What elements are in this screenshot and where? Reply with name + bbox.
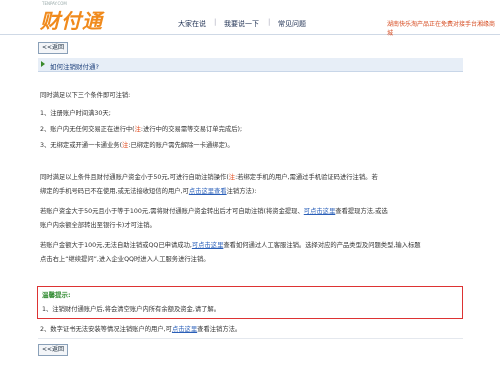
nav-separator: | bbox=[268, 18, 271, 26]
nav-discussion[interactable]: 大家在说 bbox=[178, 19, 206, 29]
para3-line2: 点击右上“继续提问”,进入企业QQ时进入人工服务进行注销。 bbox=[40, 256, 210, 263]
condition-1: 1、注册账户时间满30天; bbox=[40, 110, 111, 117]
notice-box: 温馨提示: 1、注销财付通账户后,将会清空账户内所有余额及资金,请了解。 bbox=[37, 286, 463, 319]
notice-title: 温馨提示: bbox=[42, 291, 71, 299]
condition-3: 3、无绑定或开通一卡通业务(注:已绑定的账户需先解除一卡通绑定)。 bbox=[40, 142, 234, 149]
para3-line1: 若账户金额大于100元,无法自助注销或QQ已申请成功,可点击这里查看如何通过人工… bbox=[40, 242, 421, 249]
para1-line2: 绑定的手机号码已不在使用,或无法接收短信的用户,可点击这里查看注销方法): bbox=[40, 188, 257, 195]
back-button-top[interactable]: <<返回 bbox=[38, 42, 68, 54]
para2-line1: 若账户资金大于50元且小于等于100元,需将财付通账户资金转出后才可自助注销(将… bbox=[40, 208, 388, 215]
view-link[interactable]: 点击这里查看 bbox=[189, 188, 227, 195]
page: TENPAY.COM 财付通 大家在说 | 我要说一下 | 常见问题 湖南快乐淘… bbox=[0, 0, 500, 369]
withdraw-link[interactable]: 可点击这里 bbox=[304, 208, 335, 215]
question-bar: 如何注销财付通? bbox=[38, 58, 463, 72]
nav-speak[interactable]: 我要说一下 bbox=[224, 19, 259, 29]
condition-2: 2、账户内无任何交易正在进行中(注:进行中的交易需等交易订单完成后); bbox=[40, 126, 243, 133]
arrow-icon bbox=[41, 61, 45, 67]
promo-link[interactable]: 湖南快乐淘产品正在免费对接手台湘缘商城 bbox=[387, 19, 500, 37]
method-link[interactable]: 点击这里 bbox=[172, 326, 197, 333]
final-line: 2、数字证书无法安装等情况注销账户的用户,可点击这里查看注销方法。 bbox=[40, 326, 242, 333]
nav-separator: | bbox=[214, 18, 217, 26]
para1-line1: 同时满足以上条件且财付通账户资金小于50元,可进行自助注销操作(注:若绑定手机的… bbox=[40, 174, 378, 181]
back-button-bottom[interactable]: <<返回 bbox=[38, 344, 68, 356]
notice-text: 1、注销财付通账户后,将会清空账户内所有余额及资金,请了解。 bbox=[42, 306, 221, 313]
nav-faq[interactable]: 常见问题 bbox=[278, 19, 306, 29]
site-header: TENPAY.COM 财付通 大家在说 | 我要说一下 | 常见问题 湖南快乐淘… bbox=[0, 0, 500, 37]
service-link[interactable]: 可点击这里 bbox=[192, 242, 223, 249]
question-title: 如何注销财付通? bbox=[50, 63, 99, 71]
logo[interactable]: 财付通 bbox=[40, 5, 103, 34]
para2-line2: 账户内余额全部转出至银行卡)才可注销。 bbox=[40, 222, 156, 229]
intro-text: 同时满足以下三个条件即可注销: bbox=[40, 92, 131, 99]
divider bbox=[38, 338, 463, 339]
